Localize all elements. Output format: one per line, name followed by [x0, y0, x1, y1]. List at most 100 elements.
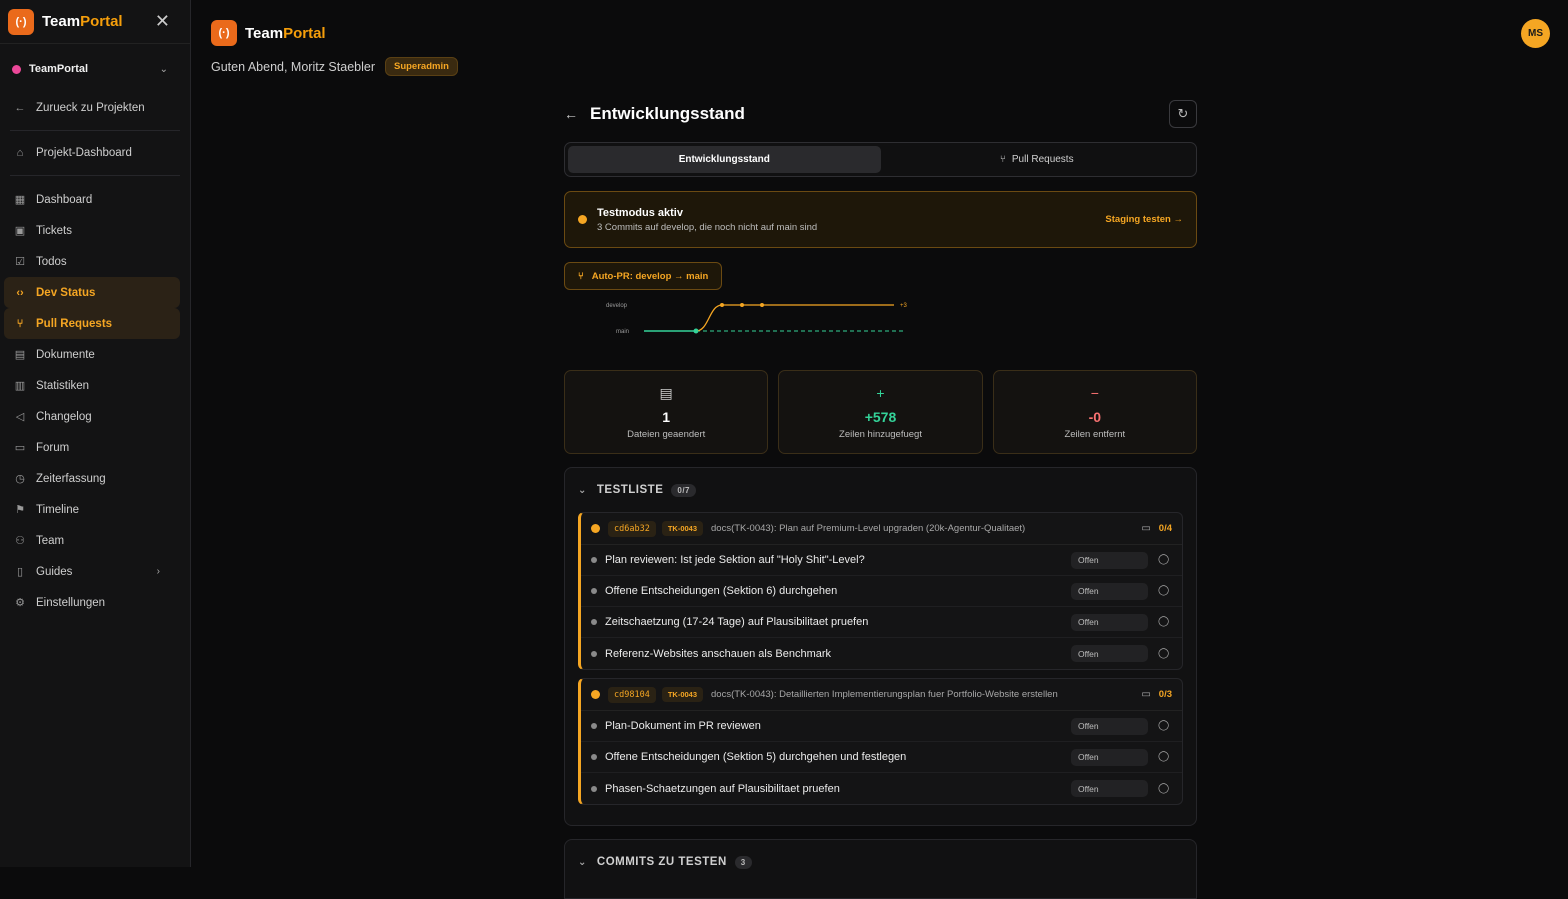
status-select[interactable]: Offen [1071, 582, 1148, 600]
statistiken-icon: ▥ [14, 380, 26, 392]
stat-label: Zeilen entfernt [1064, 428, 1126, 440]
test-row: Phasen-Schaetzungen auf Plausibilitaet p… [581, 773, 1182, 804]
sidebar-item-zeiterfassung[interactable]: ◷ Zeiterfassung [4, 463, 180, 494]
status-select[interactable]: Offen [1071, 717, 1148, 735]
sidebar-item-dokumente[interactable]: ▤ Dokumente [4, 339, 180, 370]
ticket-icon: ▭ [1141, 523, 1151, 534]
staging-test-link[interactable]: Staging testen → [1105, 214, 1183, 225]
sidebar-item-dev-status[interactable]: ‹› Dev Status [4, 277, 180, 308]
sidebar-item-label: Zeiterfassung [36, 472, 106, 485]
comment-icon[interactable]: ◯ [1158, 648, 1172, 660]
test-group-header[interactable]: cd6ab32 TK-0043 docs(TK-0043): Plan auf Pr… [581, 513, 1182, 545]
sidebar-item-dashboard[interactable]: ▦ Dashboard [4, 184, 180, 215]
sidebar-item-todos[interactable]: ☑ Todos [4, 246, 180, 277]
status-select[interactable]: Offen [1071, 748, 1148, 766]
bullet-dot [591, 619, 597, 625]
sidebar-item-team[interactable]: ⚇ Team [4, 525, 180, 556]
auto-pr-button[interactable]: ⑂ Auto-PR: develop → main [564, 262, 723, 290]
logo-icon: (·) [8, 8, 34, 35]
test-text: Plan reviewen: Ist jede Sektion auf "Hol… [605, 554, 865, 566]
status-select[interactable]: Offen [1071, 551, 1148, 569]
develop-label: develop [606, 303, 628, 309]
sidebar-item-tickets[interactable]: ▣ Tickets [4, 215, 180, 246]
sidebar-item-guides[interactable]: ▯ Guides › [4, 556, 180, 587]
testliste-header[interactable]: ⌄ TESTLISTE 0/7 [578, 468, 1183, 512]
tab-pull-requests[interactable]: ⑂ Pull Requests [881, 146, 1194, 173]
status-select[interactable]: Offen [1071, 780, 1148, 797]
testliste-count: 0/7 [671, 483, 696, 497]
back-arrow-icon[interactable]: ← [564, 106, 578, 122]
test-row: Plan-Dokument im PR reviewen Offen ◯ [581, 711, 1182, 742]
sidebar-item-pull-requests[interactable]: ⑂ Pull Requests [4, 308, 180, 339]
test-row: Offene Entscheidungen (Sektion 6) durchg… [581, 576, 1182, 607]
close-icon[interactable]: ✕ [155, 11, 170, 32]
tab-label: Pull Requests [1011, 154, 1074, 165]
test-row: Offene Entscheidungen (Sektion 5) durchg… [581, 742, 1182, 773]
test-row: Referenz-Websites anschauen als Benchmar… [581, 638, 1182, 669]
sidebar-item-label: Dokumente [36, 348, 95, 361]
stat-card: + +578 Zeilen hinzugefuegt [778, 370, 983, 454]
sidebar-item-label: Projekt-Dashboard [36, 147, 132, 159]
status-select[interactable]: Offen [1071, 645, 1148, 662]
sidebar-item-forum[interactable]: ▭ Forum [4, 432, 180, 463]
ticket-icon: ▭ [1141, 689, 1151, 700]
test-text: Phasen-Schaetzungen auf Plausibilitaet p… [605, 782, 840, 795]
testliste-title: TESTLISTE [596, 484, 664, 496]
header-logo: (·) TeamPortal [211, 20, 326, 46]
pull-requests-icon: ⑂ [16, 317, 24, 330]
status-dot [591, 690, 600, 699]
comment-icon[interactable]: ◯ [1158, 720, 1172, 732]
commits-header[interactable]: ⌄ COMMITS ZU TESTEN 3 [578, 840, 1183, 884]
branch-graph-svg: develop main +3 [606, 303, 908, 335]
dokumente-icon: ▤ [14, 349, 26, 361]
chevron-down-icon: ⌄ [578, 856, 587, 868]
sidebar-item-label: Statistiken [36, 379, 90, 392]
ticket-badge[interactable]: TK-0043 [661, 687, 704, 702]
todos-icon: ☑ [15, 256, 25, 268]
plus-icon: + [876, 384, 885, 401]
comment-icon[interactable]: ◯ [1158, 751, 1172, 763]
sidebar-item-statistiken[interactable]: ▥ Statistiken [4, 370, 180, 401]
back-label: Zurueck zu Projekten [36, 102, 145, 114]
test-group-header[interactable]: cd98104 TK-0043 docs(TK-0043): Detailliert… [581, 679, 1182, 711]
project-selector[interactable]: TeamPortal ⌄ [0, 44, 190, 94]
sidebar-item-label: Changelog [36, 410, 92, 423]
tab-entwicklungsstand[interactable]: Entwicklungsstand [568, 146, 881, 173]
tab-bar: Entwicklungsstand ⑂ Pull Requests [564, 142, 1197, 177]
stat-label: Dateien geaendert [627, 428, 706, 440]
stat-value: +578 [864, 408, 897, 425]
bullet-dot [591, 588, 597, 594]
stat-card: − -0 Zeilen entfernt [992, 370, 1197, 454]
commits-title: COMMITS ZU TESTEN [596, 856, 727, 868]
main-commit-dot [693, 328, 699, 334]
ahead-count: +3 [900, 303, 908, 309]
stat-card: ▤ 1 Dateien geaendert [564, 370, 769, 454]
comment-icon[interactable]: ◯ [1158, 783, 1172, 795]
avatar[interactable]: MS [1521, 19, 1550, 48]
sidebar-item-timeline[interactable]: ⚑ Timeline [4, 494, 180, 525]
role-badge: Superadmin [384, 57, 458, 76]
sidebar-item-project-dashboard[interactable]: ⌂ Projekt-Dashboard [4, 139, 180, 167]
comment-icon[interactable]: ◯ [1158, 616, 1172, 628]
comment-icon[interactable]: ◯ [1158, 554, 1172, 566]
guides-icon: ▯ [16, 566, 24, 578]
chevron-down-icon: ⌄ [159, 63, 168, 75]
project-name: TeamPortal [29, 63, 89, 75]
chevron-right-icon: › [156, 566, 160, 577]
sidebar-item-einstellungen[interactable]: ⚙ Einstellungen [4, 587, 180, 618]
commit-sha[interactable]: cd98104 [608, 686, 656, 703]
changelog-icon: ◁ [15, 411, 25, 423]
sidebar-item-label: Einstellungen [36, 596, 106, 609]
bullet-dot [591, 650, 597, 657]
status-select[interactable]: Offen [1071, 613, 1148, 631]
sidebar-item-changelog[interactable]: ◁ Changelog [4, 401, 180, 432]
sidebar-item-label: Forum [36, 441, 70, 454]
chevron-down-icon: ⌄ [578, 484, 587, 496]
back-to-projects-link[interactable]: ← Zurueck zu Projekten [4, 94, 180, 122]
brand-name: TeamPortal [42, 13, 123, 30]
ticket-badge[interactable]: TK-0043 [661, 521, 704, 536]
sidebar-item-label: Team [36, 534, 65, 547]
commit-sha[interactable]: cd6ab32 [608, 520, 656, 537]
comment-icon[interactable]: ◯ [1158, 585, 1172, 597]
refresh-button[interactable]: ↻ [1169, 100, 1197, 128]
